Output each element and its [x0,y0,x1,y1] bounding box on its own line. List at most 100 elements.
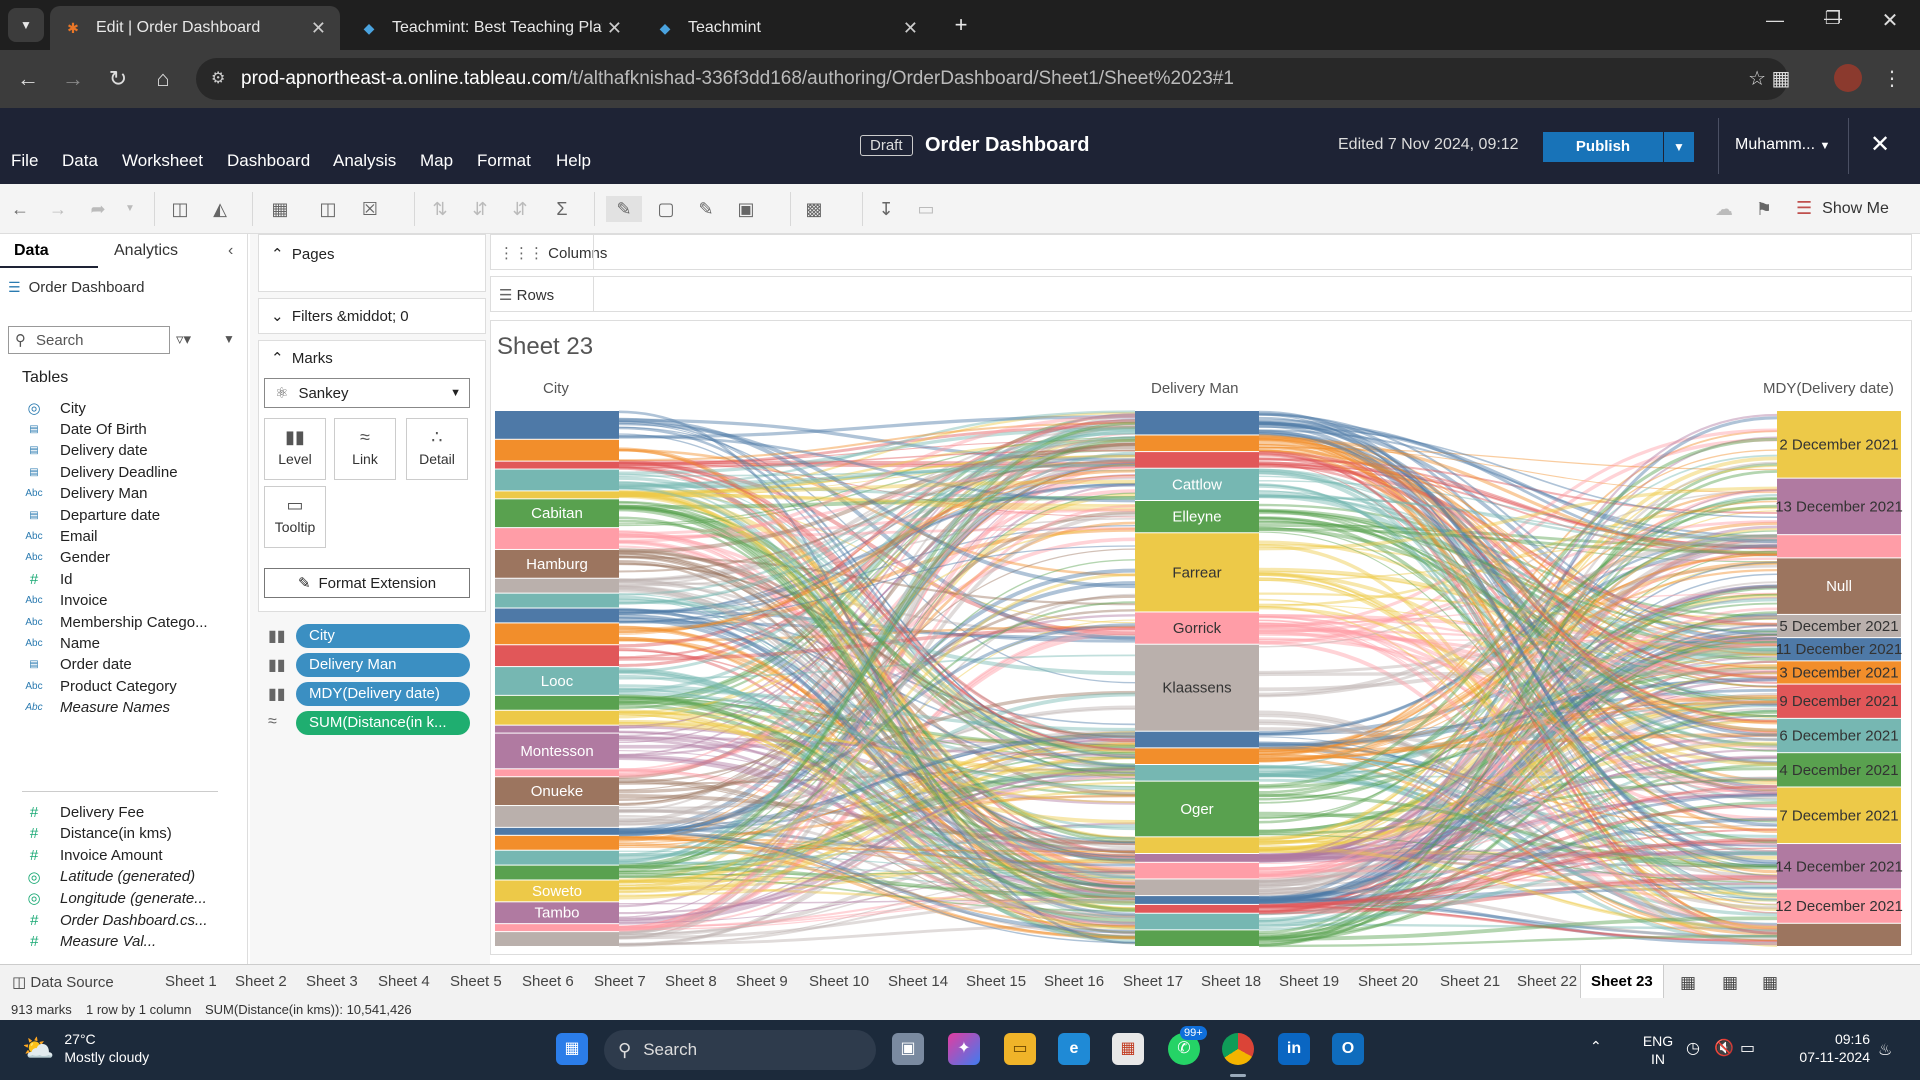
new-dashboard-icon[interactable]: ▦ [1722,973,1738,993]
field-item[interactable]: Abc Invoice [22,589,222,613]
pill-city[interactable]: City [296,624,470,648]
city-node[interactable] [495,623,619,645]
sheet-tab[interactable]: Sheet 19 [1279,973,1339,990]
sheet-tab[interactable]: Sheet 21 [1440,973,1500,990]
profile-avatar[interactable] [1834,64,1862,92]
delivery-man-node[interactable] [1135,879,1259,896]
format-workbook-icon[interactable]: ✎ [692,196,720,222]
city-node[interactable] [495,850,619,865]
system-clock[interactable]: 09:16 07-11-2024 [1780,1030,1870,1066]
download-icon[interactable]: ↧ [872,196,900,222]
city-node[interactable] [495,469,619,491]
close-icon[interactable]: ✕ [311,18,326,39]
field-item[interactable]: Abc Gender [22,546,222,570]
totals-sigma-icon[interactable]: Σ [548,196,576,222]
field-item[interactable]: ▤ Delivery Deadline [22,460,222,484]
menu-file[interactable]: File [11,151,38,171]
sheet-tab[interactable]: Sheet 15 [966,973,1026,990]
sheet-tab[interactable]: Sheet 18 [1201,973,1261,990]
new-tab-button[interactable]: + [944,8,978,42]
caret-down-icon[interactable]: ▼ [116,196,144,222]
field-item[interactable]: ◎ Longitude (generate... [22,886,222,910]
filter-fields-icon[interactable]: ▿▾ [176,330,191,348]
sheet-tab[interactable]: Sheet 3 [306,973,358,990]
tab-data-source[interactable]: ◫ Data Source [12,973,114,991]
format-extension-button[interactable]: ✎ Format Extension [264,568,470,598]
microsoft-store-icon[interactable]: ▦ [1112,1033,1144,1065]
user-menu[interactable]: Muhamm... ▼ [1735,136,1830,154]
pill-delivery-man[interactable]: Delivery Man [296,653,470,677]
cloud-icon[interactable]: ☁ [1710,196,1738,222]
pill-mdy-delivery-date[interactable]: MDY(Delivery date) [296,682,470,706]
sheet-tab[interactable]: Sheet 1 [165,973,217,990]
sheet-tab[interactable]: Sheet 8 [665,973,717,990]
weather-widget[interactable]: ⛅ 27°C Mostly cloudy [22,1030,149,1066]
field-item[interactable]: ◎ City [22,396,222,420]
pill-sum-distance[interactable]: SUM(Distance(in k... [296,711,470,735]
home-icon[interactable]: ⌂ [148,64,178,94]
taskbar-search[interactable]: ⚲ Search [604,1030,876,1070]
new-worksheet-icon[interactable]: ▦ [1680,973,1696,993]
link-button[interactable]: ≈ Link [334,418,396,480]
site-settings-icon[interactable]: ⚙ [211,68,225,88]
sheet-tab[interactable]: Sheet 22 [1517,973,1577,990]
delivery-man-node[interactable] [1135,904,1259,913]
field-item[interactable]: ◎ Latitude (generated) [22,865,222,889]
field-item[interactable]: # Distance(in kms) [22,822,222,846]
sheet-tab[interactable]: Sheet 14 [888,973,948,990]
workbook-title[interactable]: Order Dashboard [925,134,1089,157]
delivery-man-node[interactable] [1135,748,1259,764]
city-node[interactable] [495,439,619,461]
city-node[interactable] [495,461,619,469]
delivery-man-node[interactable] [1135,411,1259,435]
show-hidden-icons-chevron-icon[interactable]: ⌃ [1590,1038,1602,1055]
edge-browser-icon[interactable]: e [1058,1033,1090,1065]
sheet-tab[interactable]: Sheet 7 [594,973,646,990]
tab-analytics[interactable]: Analytics [114,242,178,260]
detail-button[interactable]: ∴ Detail [406,418,468,480]
city-node[interactable] [495,608,619,623]
sort-descending-icon[interactable]: ⇵ [506,196,534,222]
swap-rows-columns-icon[interactable]: ⇅ [426,196,454,222]
city-node[interactable] [495,710,619,725]
battery-icon[interactable]: ▭ [1740,1038,1755,1058]
field-item[interactable]: ▤ Order date [22,653,222,677]
presentation-icon[interactable]: ▩ [800,196,828,222]
field-item[interactable]: ▤ Delivery date [22,439,222,463]
filters-card[interactable]: ⌄ Filters &middot; 0 [258,298,486,334]
browser-tab-teachmint[interactable]: ◆ Teachmint ✕ [642,6,932,50]
field-item[interactable]: # Id [22,567,222,591]
present-mode-icon[interactable]: ▭ [912,196,940,222]
city-node[interactable] [495,924,619,932]
city-node[interactable] [495,491,619,499]
highlight-pen-icon[interactable]: ✎ [606,196,642,222]
new-data-source-icon[interactable]: ◫ [166,196,194,222]
city-node[interactable] [495,593,619,608]
field-item[interactable]: # Delivery Fee [22,800,222,824]
city-node[interactable] [495,411,619,439]
sheet-tab[interactable]: Sheet 16 [1044,973,1104,990]
tab-search-button[interactable]: ▼ [8,8,44,42]
field-item[interactable]: ▤ Departure date [22,503,222,527]
url-input[interactable]: ⚙ prod-apnortheast-a.online.tableau.com /… [196,58,1788,100]
fit-view-icon[interactable]: ▣ [732,196,760,222]
publish-button[interactable]: Publish [1543,132,1663,162]
menu-help[interactable]: Help [556,151,591,171]
start-windows-icon[interactable]: ▦ [556,1033,588,1065]
delivery-man-node[interactable] [1135,896,1259,904]
file-explorer-icon[interactable]: ▭ [1004,1033,1036,1065]
browser-menu-icon[interactable]: ⋮ [1880,64,1904,94]
menu-data[interactable]: Data [62,151,98,171]
sheet-tab[interactable]: Sheet 10 [809,973,869,990]
copilot-icon[interactable]: ✦ [948,1033,980,1065]
browser-tab-teachmint-platform[interactable]: ◆ Teachmint: Best Teaching Platfo ✕ [346,6,636,50]
mark-labels-icon[interactable]: ▢ [652,196,680,222]
pin-icon[interactable]: ⚑ [1750,196,1778,222]
reload-icon[interactable]: ↻ [103,64,133,94]
new-story-icon[interactable]: ▦ [1762,973,1778,993]
city-node[interactable] [495,578,619,593]
clear-sheet-icon[interactable]: ☒ [356,196,384,222]
sheet-tab[interactable]: Sheet 17 [1123,973,1183,990]
sheet-tab[interactable]: Sheet 23 [1580,965,1664,999]
field-item[interactable]: Abc Membership Catego... [22,610,222,634]
